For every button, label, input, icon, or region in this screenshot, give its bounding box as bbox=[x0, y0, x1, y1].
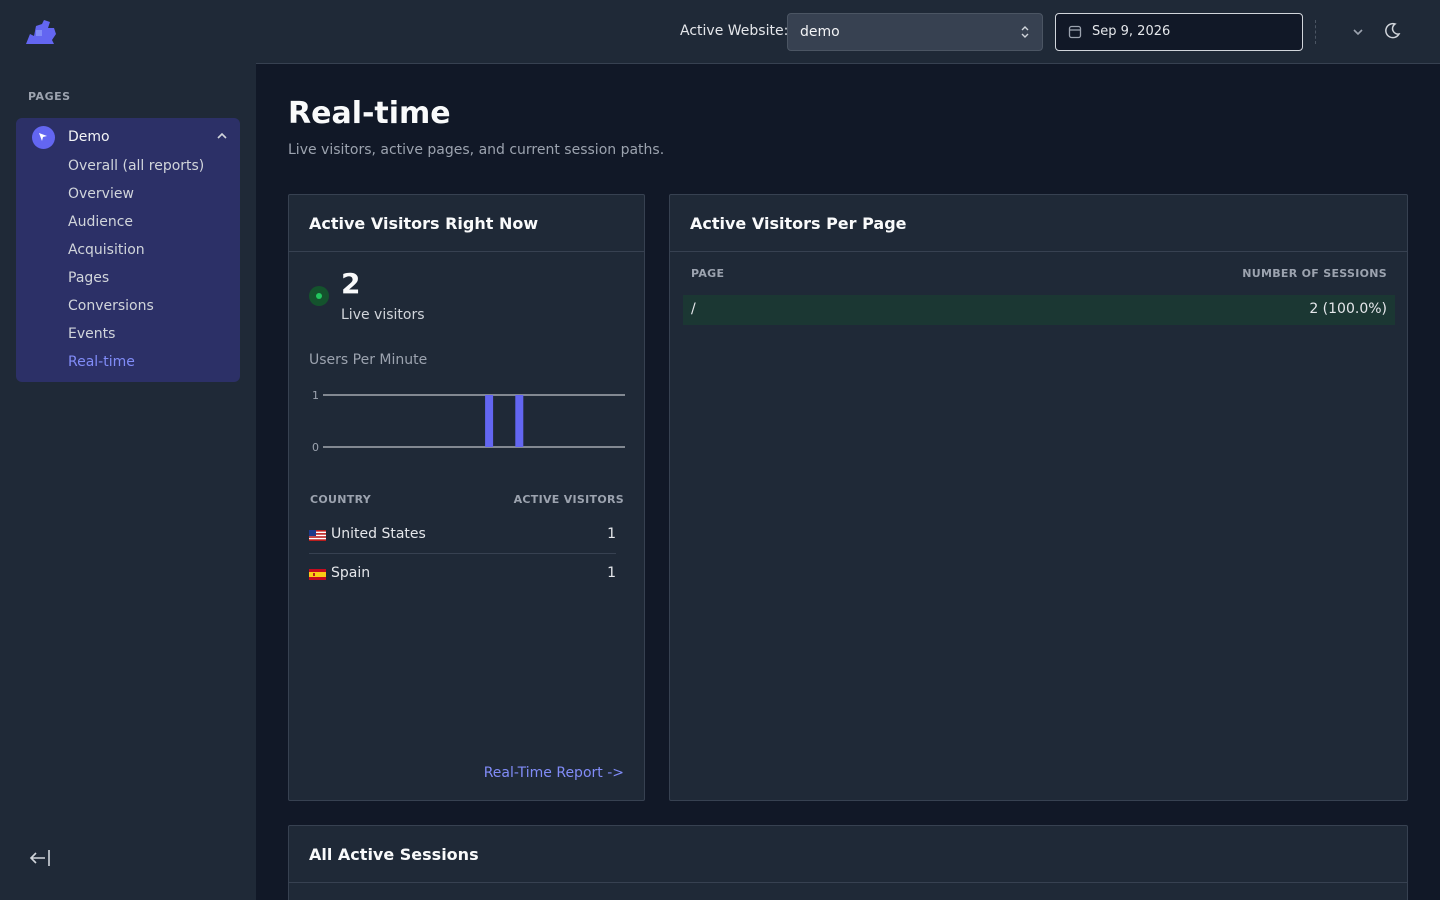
chart-bar[interactable] bbox=[515, 395, 524, 447]
active-visitors-column-header: ACTIVE VISITORS bbox=[513, 493, 624, 506]
chart-y-tick-label: 1 bbox=[312, 389, 319, 402]
real-time-report-link[interactable]: Real-Time Report -> bbox=[484, 765, 624, 781]
live-indicator-icon bbox=[309, 286, 329, 306]
all-active-sessions-title: All Active Sessions bbox=[309, 845, 479, 864]
users-per-minute-chart: 01 bbox=[312, 389, 625, 453]
nav-audience[interactable]: Audience bbox=[68, 214, 133, 230]
nav-overview[interactable]: Overview bbox=[68, 186, 134, 202]
website-avatar bbox=[32, 126, 55, 149]
date-picker[interactable]: Sep 9, 2026 bbox=[1055, 13, 1303, 51]
sessions-column-header: NUMBER OF SESSIONS bbox=[1242, 267, 1387, 280]
country-column-header: COUNTRY bbox=[310, 493, 371, 506]
sidebar: PAGES Demo Overall (all reports) Overvie… bbox=[0, 0, 256, 900]
page-subtitle: Live visitors, active pages, and current… bbox=[288, 142, 665, 158]
table-row[interactable]: / 2 (100.0%) bbox=[683, 295, 1395, 325]
chevron-up-icon[interactable] bbox=[216, 130, 228, 142]
live-visitor-count: 2 bbox=[341, 267, 361, 300]
users-per-minute-label: Users Per Minute bbox=[309, 352, 428, 368]
nav-acquisition[interactable]: Acquisition bbox=[68, 242, 145, 258]
collapse-sidebar-icon[interactable] bbox=[28, 848, 52, 868]
website-select-value: demo bbox=[800, 24, 840, 40]
visitors-per-page-title: Active Visitors Per Page bbox=[690, 214, 907, 233]
logo-icon[interactable] bbox=[24, 18, 58, 46]
nav-pages[interactable]: Pages bbox=[68, 270, 109, 286]
page-path: / bbox=[691, 301, 696, 317]
pages-section-label: PAGES bbox=[28, 90, 71, 103]
website-name: Demo bbox=[68, 129, 110, 145]
us-flag-icon bbox=[309, 530, 326, 541]
top-bar: Active Website: demo Sep 9, 2026 bbox=[256, 0, 1440, 64]
moon-icon[interactable] bbox=[1383, 22, 1401, 40]
nav-conversions[interactable]: Conversions bbox=[68, 298, 154, 314]
card-header: Active Visitors Right Now bbox=[289, 195, 644, 252]
chart-y-tick-label: 0 bbox=[312, 441, 319, 453]
date-value: Sep 9, 2026 bbox=[1092, 24, 1171, 39]
website-group: Demo Overall (all reports) Overview Audi… bbox=[16, 118, 240, 382]
select-arrows-icon bbox=[1021, 26, 1029, 38]
country-name: Spain bbox=[331, 565, 371, 581]
nav-overall[interactable]: Overall (all reports) bbox=[68, 158, 204, 174]
page-column-header: PAGE bbox=[691, 267, 725, 280]
active-visitors-card: Active Visitors Right Now 2 Live visitor… bbox=[288, 194, 645, 801]
cursor-icon bbox=[39, 133, 47, 141]
country-visitors: 1 bbox=[607, 526, 616, 542]
es-flag-icon bbox=[309, 569, 326, 580]
table-row: United States 1 bbox=[309, 516, 616, 554]
country-visitors: 1 bbox=[607, 565, 616, 581]
chart-bar[interactable] bbox=[485, 395, 494, 447]
table-row: Spain 1 bbox=[309, 555, 616, 593]
nav-events[interactable]: Events bbox=[68, 326, 115, 342]
website-select[interactable]: demo bbox=[787, 13, 1043, 51]
page-title: Real-time bbox=[288, 96, 451, 131]
card-header: Active Visitors Per Page bbox=[670, 195, 1407, 252]
active-website-label: Active Website: bbox=[680, 23, 789, 39]
active-visitors-title: Active Visitors Right Now bbox=[309, 214, 539, 233]
card-header: All Active Sessions bbox=[289, 826, 1407, 883]
page-sessions: 2 (100.0%) bbox=[1309, 301, 1387, 317]
nav-real-time[interactable]: Real-time bbox=[68, 354, 135, 370]
country-name: United States bbox=[331, 526, 426, 542]
all-active-sessions-card: All Active Sessions bbox=[288, 825, 1408, 900]
header-divider bbox=[1315, 20, 1316, 44]
website-toggle[interactable]: Demo bbox=[16, 118, 240, 156]
calendar-icon bbox=[1068, 25, 1082, 39]
visitors-per-page-card: Active Visitors Per Page PAGE NUMBER OF … bbox=[669, 194, 1408, 801]
live-visitors-label: Live visitors bbox=[341, 307, 425, 323]
chevron-down-icon[interactable] bbox=[1351, 25, 1365, 39]
